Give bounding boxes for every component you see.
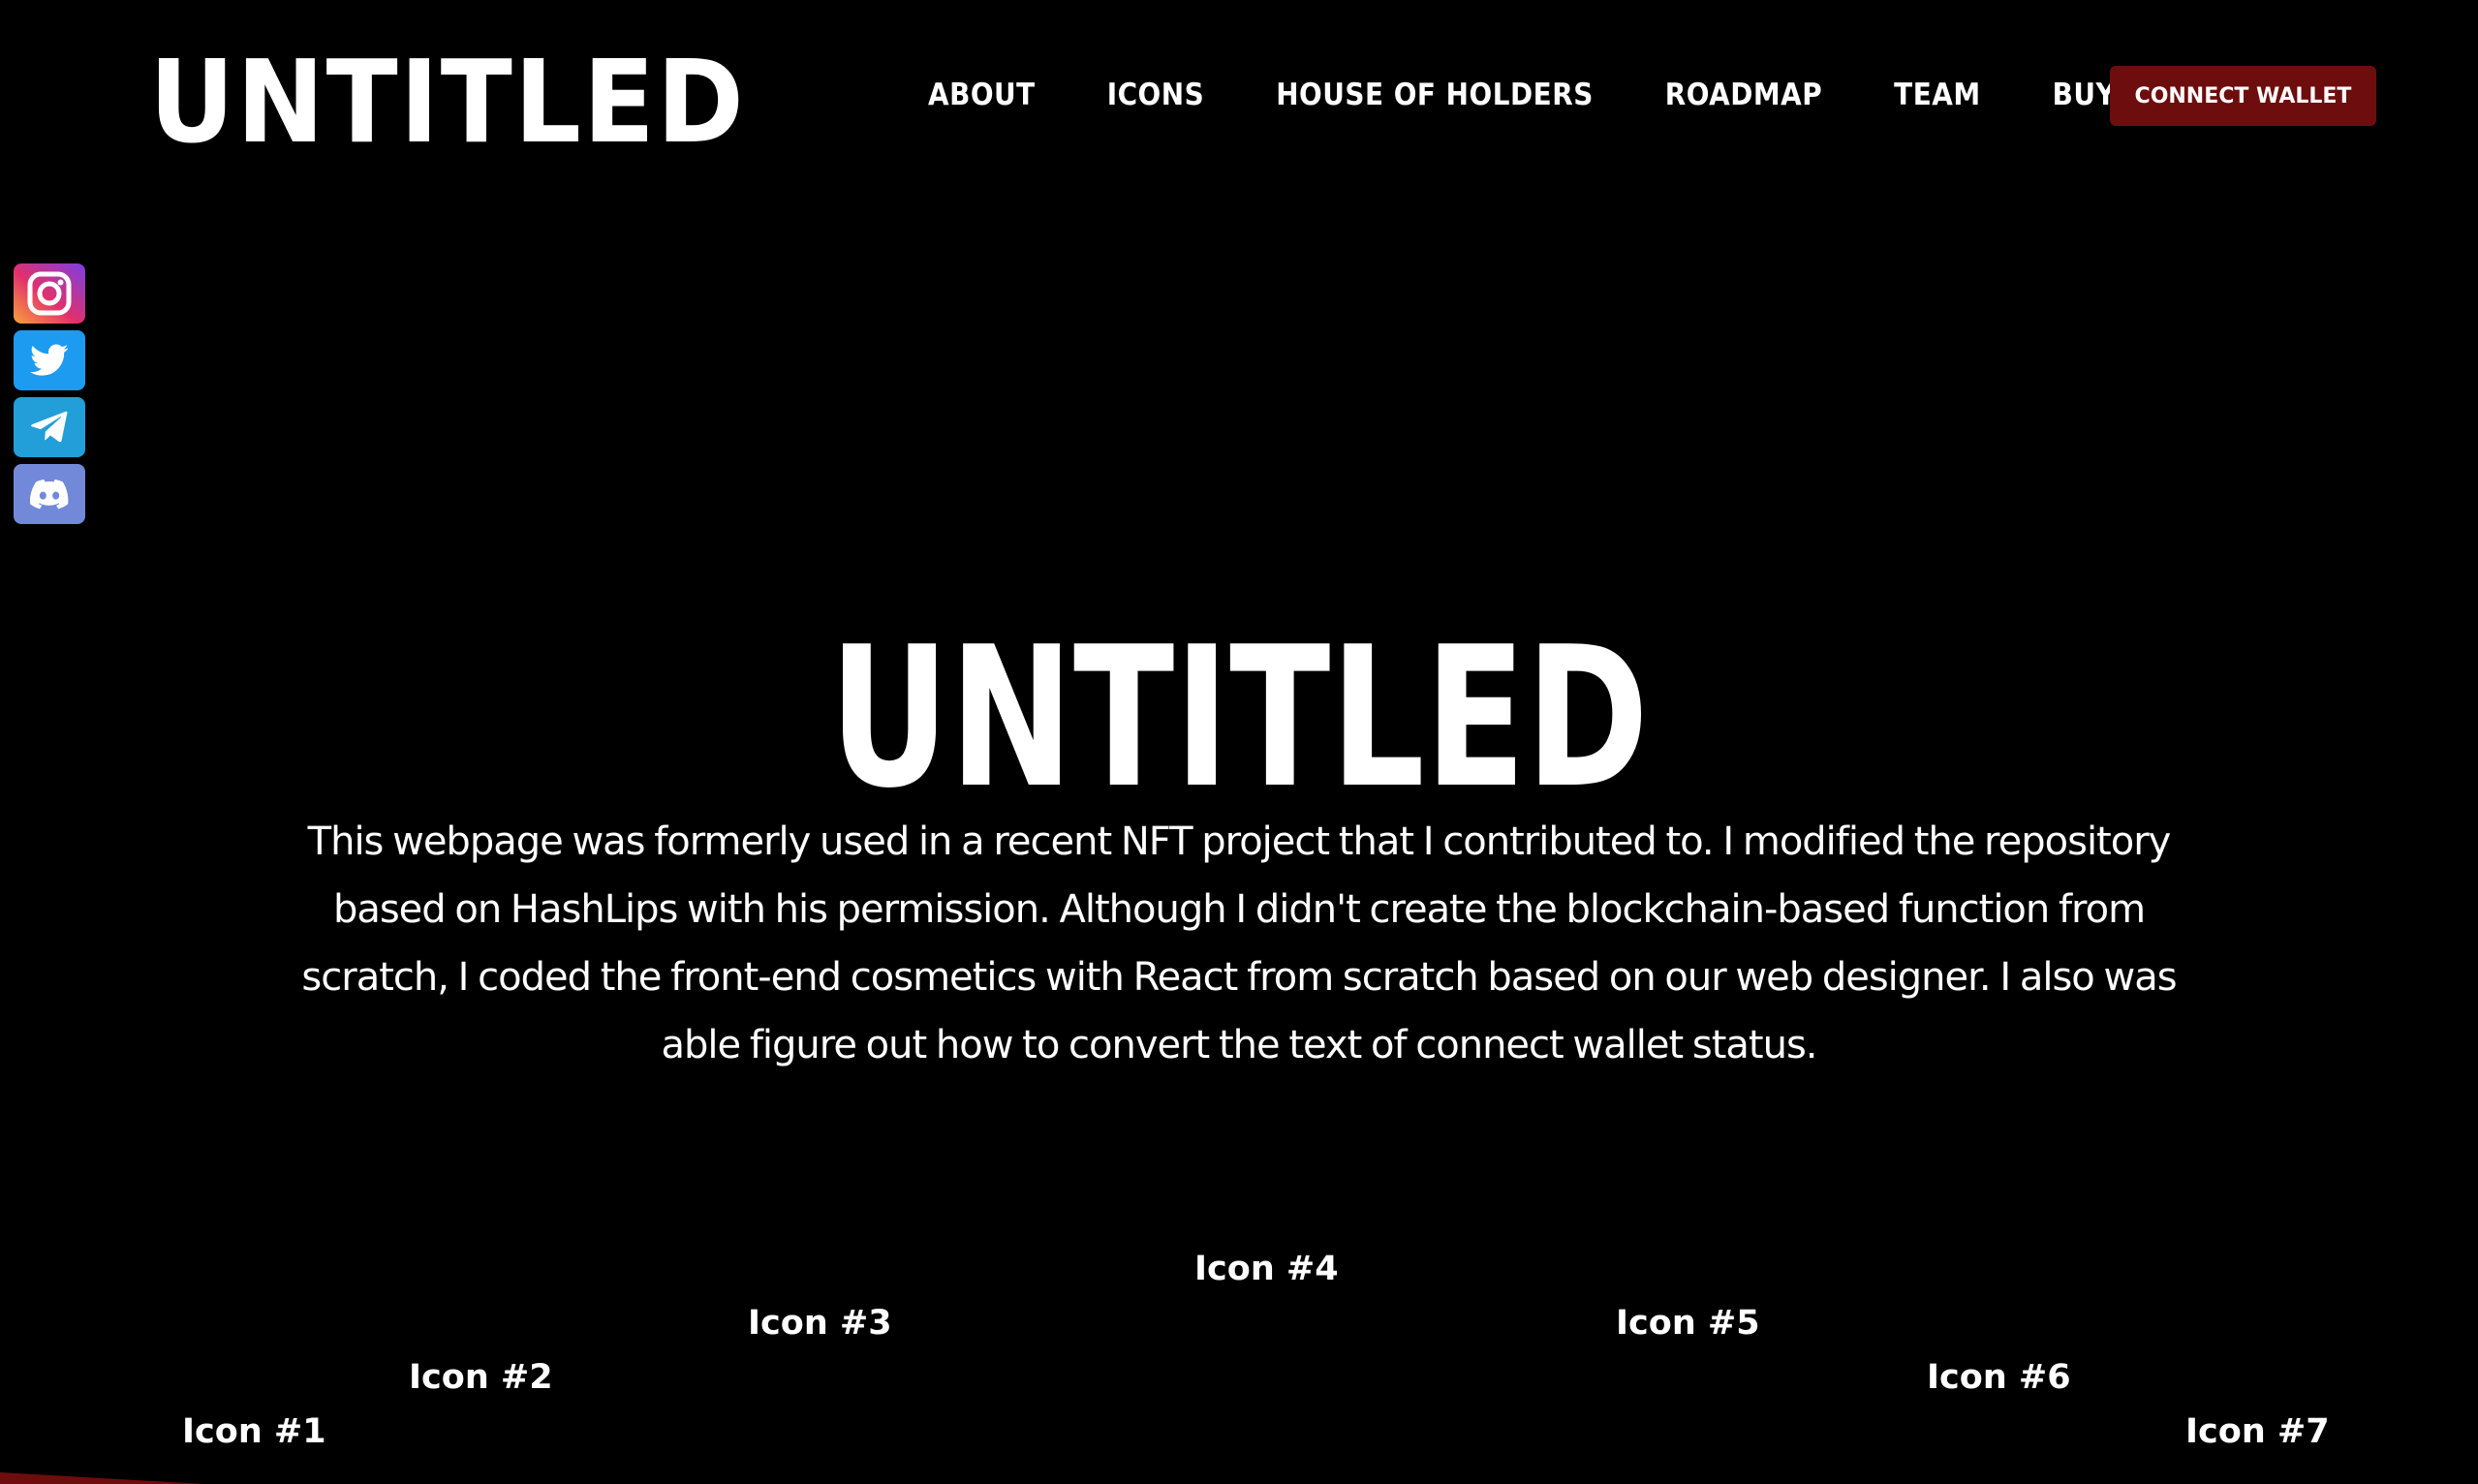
site-logo[interactable]: UNTITLED	[149, 39, 746, 165]
connect-wallet-button[interactable]: CONNECT WALLET	[2110, 66, 2376, 126]
instagram-icon	[14, 263, 85, 324]
nav-roadmap[interactable]: ROADMAP	[1665, 77, 1822, 112]
instagram-link[interactable]	[14, 263, 85, 324]
page: UNTITLED ABOUT ICONS HOUSE OF HOLDERS RO…	[0, 0, 2478, 1484]
social-links	[14, 263, 85, 531]
icon-label-5[interactable]: Icon #5	[1616, 1304, 1760, 1343]
nav-icons[interactable]: ICONS	[1107, 77, 1204, 112]
hero-description: This webpage was formerly used in a rece…	[301, 819, 2177, 1067]
hero-title-text: UNTITLED	[829, 605, 1649, 794]
telegram-icon	[31, 411, 68, 443]
icon-label-3[interactable]: Icon #3	[748, 1304, 892, 1343]
nav-about[interactable]: ABOUT	[928, 77, 1036, 112]
telegram-link[interactable]	[14, 397, 85, 457]
icon-label-4[interactable]: Icon #4	[1194, 1250, 1339, 1288]
nav-team[interactable]: TEAM	[1894, 77, 1980, 112]
icon-label-6[interactable]: Icon #6	[1927, 1358, 2071, 1397]
main-nav: ABOUT ICONS HOUSE OF HOLDERS ROADMAP TEA…	[928, 66, 2203, 124]
discord-icon	[30, 479, 69, 510]
hero-title-art: UNTITLED	[829, 605, 1649, 794]
icon-label-2[interactable]: Icon #2	[409, 1358, 553, 1397]
twitter-icon	[30, 344, 69, 376]
decorative-red-wedge	[0, 1472, 203, 1484]
discord-link[interactable]	[14, 464, 85, 524]
icon-label-7[interactable]: Icon #7	[2185, 1412, 2330, 1451]
nav-house-of-holders[interactable]: HOUSE OF HOLDERS	[1276, 77, 1594, 112]
twitter-link[interactable]	[14, 330, 85, 390]
hero-title: UNTITLED	[0, 581, 2478, 794]
